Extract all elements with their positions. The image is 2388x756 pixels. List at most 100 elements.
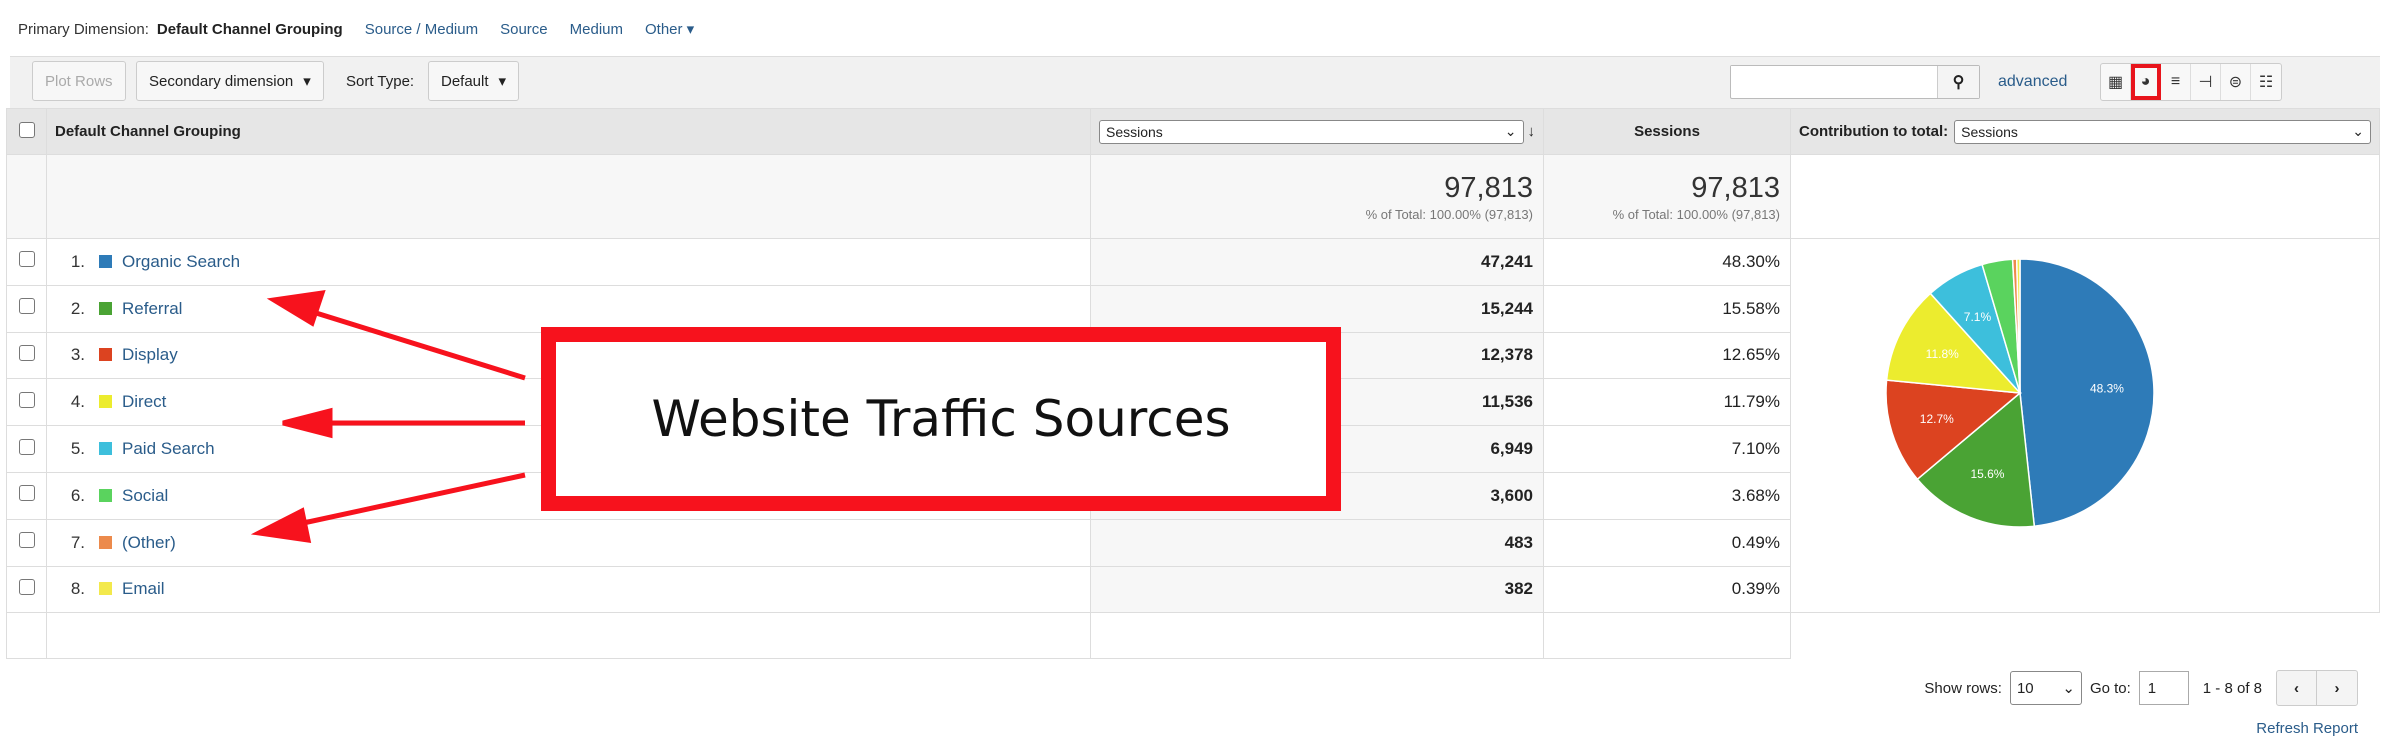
channel-link[interactable]: Direct (122, 392, 166, 411)
chevron-down-icon: ⌄ (1504, 123, 1517, 139)
goto-input[interactable]: 1 (2138, 671, 2189, 705)
sort-type-label: Sort Type: (346, 73, 415, 90)
channel-link[interactable]: Email (122, 579, 165, 598)
row-checkbox[interactable] (18, 251, 35, 268)
performance-view-icon[interactable]: ≡ (2161, 64, 2191, 100)
table-search[interactable]: ⚲ (1730, 65, 1980, 99)
dimension-source-medium[interactable]: Source / Medium (365, 21, 478, 38)
select-all-checkbox[interactable] (18, 121, 35, 138)
search-icon[interactable]: ⚲ (1937, 66, 1979, 98)
channel-link[interactable]: (Other) (122, 533, 176, 552)
caret-down-icon: ▾ (498, 73, 507, 90)
sessions-percent: 11.79% (1543, 378, 1791, 427)
sessions-percent: 15.58% (1543, 284, 1791, 333)
search-input[interactable] (1731, 66, 1931, 96)
pie-label: 15.6% (1970, 467, 2004, 481)
pagination: Show rows: 10 ⌄ Go to: 1 1 - 8 of 8 ‹ › (1924, 670, 2358, 706)
legend-swatch (99, 535, 112, 549)
dimension-source[interactable]: Source (500, 21, 548, 38)
legend-swatch (99, 301, 112, 315)
row-range: 1 - 8 of 8 (2202, 679, 2262, 697)
channel-link[interactable]: Organic Search (122, 252, 240, 271)
sessions-percent: 48.30% (1543, 238, 1791, 286)
legend-swatch (99, 442, 112, 456)
sort-type-value: Default (441, 72, 489, 90)
row-checkbox[interactable] (18, 391, 35, 408)
row-checkbox[interactable] (18, 344, 35, 361)
sessions-percent: 3.68% (1543, 471, 1791, 520)
channel-link[interactable]: Display (122, 345, 178, 364)
sessions-percent: 0.49% (1543, 518, 1791, 567)
legend-swatch (99, 582, 112, 596)
advanced-filter-link[interactable]: advanced (1998, 73, 2067, 91)
channel-link[interactable]: Social (122, 486, 168, 505)
row-rank: 2. (70, 298, 85, 318)
refresh-report-link[interactable]: Refresh Report (2256, 720, 2358, 737)
chevron-down-icon: ⌄ (2352, 123, 2364, 139)
sessions-value: 483 (1090, 518, 1544, 567)
show-rows-select[interactable]: 10 ⌄ (2009, 671, 2082, 705)
total-sessions-2: 97,813 (1691, 171, 1780, 204)
primary-dimension-label: Primary Dimension: (18, 20, 149, 38)
show-rows-value: 10 (2016, 679, 2034, 697)
row-checkbox[interactable] (18, 438, 35, 455)
sessions-percent: 0.39% (1543, 565, 1791, 614)
sort-type-dropdown[interactable]: Default ▾ (428, 61, 520, 101)
show-rows-label: Show rows: (1924, 679, 2002, 697)
callout-box: Website Traffic Sources (541, 327, 1341, 511)
next-page-button[interactable]: › (2317, 671, 2357, 705)
row-rank: 1. (70, 251, 85, 271)
pivot-view-icon[interactable]: ☷ (2251, 64, 2281, 100)
contribution-select-value: Sessions (1961, 123, 2018, 140)
comparison-view-icon[interactable]: ⊣ (2191, 64, 2221, 100)
plot-rows-button[interactable]: Plot Rows (32, 61, 126, 101)
sessions-value: 47,241 (1090, 238, 1544, 286)
pie-view-icon[interactable]: ◕ (2131, 64, 2161, 100)
chevron-down-icon: ⌄ (2062, 680, 2075, 697)
pie-chart: 48.3% 15.6% 12.7% 11.8% 7.1% (1880, 250, 2160, 545)
legend-swatch (99, 254, 112, 268)
row-checkbox[interactable] (18, 578, 35, 595)
goto-label: Go to: (2089, 679, 2131, 697)
primary-dimension-bar: Primary Dimension: Default Channel Group… (18, 20, 694, 39)
sessions-value: 382 (1090, 565, 1544, 614)
sort-arrow-icon[interactable]: ↓ (1528, 123, 1536, 140)
term-cloud-icon[interactable]: ⊜ (2221, 64, 2251, 100)
secondary-dimension-label: Secondary dimension (149, 72, 294, 90)
row-rank: 4. (70, 392, 85, 412)
caret-down-icon: ▾ (303, 73, 311, 90)
total-sessions-2-sub: % of Total: 100.00% (97,813) (1612, 206, 1780, 222)
legend-swatch (99, 348, 112, 362)
pie-slice-organic-search[interactable] (2019, 258, 2155, 528)
pie-label: 11.8% (1926, 347, 1959, 361)
row-rank: 7. (70, 532, 85, 552)
pie-chart-svg: 48.3% 15.6% 12.7% 11.8% 7.1% (1885, 258, 2155, 528)
row-checkbox[interactable] (18, 485, 35, 502)
primary-dimension-current[interactable]: Default Channel Grouping (157, 21, 343, 38)
sessions-header[interactable]: Sessions (1543, 108, 1791, 155)
row-rank: 8. (70, 579, 85, 599)
sessions-percent: 12.65% (1543, 331, 1791, 380)
dimension-header[interactable]: Default Channel Grouping (46, 108, 1091, 155)
secondary-dimension-dropdown[interactable]: Secondary dimension ▾ (136, 61, 324, 101)
row-rank: 6. (70, 485, 85, 505)
total-sessions-sub: % of Total: 100.00% (97,813) (1365, 206, 1533, 222)
row-checkbox[interactable] (18, 298, 35, 315)
metric-select-value: Sessions (1106, 123, 1163, 140)
contribution-select[interactable]: Sessions ⌄ (1954, 119, 2371, 144)
row-rank: 3. (70, 345, 85, 365)
sessions-percent: 7.10% (1543, 425, 1791, 473)
callout-text: Website Traffic Sources (651, 390, 1231, 448)
dimension-medium[interactable]: Medium (570, 21, 623, 38)
legend-swatch (99, 395, 112, 409)
channel-link[interactable]: Referral (122, 299, 182, 318)
spacer-row (6, 612, 2380, 660)
row-checkbox[interactable] (18, 532, 35, 549)
metric-select[interactable]: Sessions ⌄ (1099, 119, 1524, 144)
channel-link[interactable]: Paid Search (122, 439, 215, 458)
prev-page-button[interactable]: ‹ (2277, 671, 2317, 705)
table-view-icon[interactable]: ▦ (2101, 64, 2131, 100)
pie-label: 48.3% (2090, 381, 2124, 395)
sessions-value: 15,244 (1090, 284, 1544, 333)
dimension-other[interactable]: Other ▾ (645, 20, 694, 38)
